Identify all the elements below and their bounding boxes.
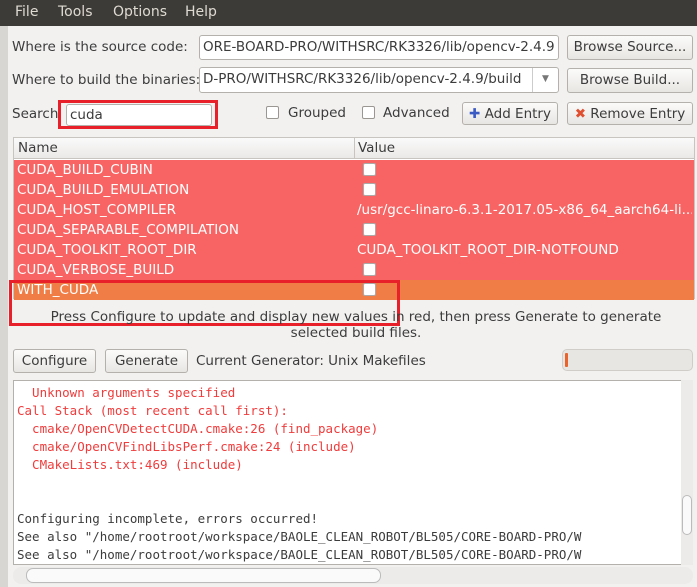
plus-icon: ✚: [469, 106, 481, 122]
add-entry-label: Add Entry: [484, 106, 551, 122]
output-log[interactable]: Unknown arguments specified Call Stack (m…: [13, 380, 683, 565]
build-path-value: D-PRO/WITHSRC/RK3326/lib/opencv-2.4.9/bu…: [203, 71, 522, 87]
background-window-edge: [0, 26, 8, 587]
table-row[interactable]: CUDA_HOST_COMPILER/usr/gcc-linaro-6.3.1-…: [14, 200, 694, 220]
table-row[interactable]: CUDA_TOOLKIT_ROOT_DIR CUDA_TOOLKIT_ROOT_D…: [14, 240, 694, 260]
row-checkbox[interactable]: [363, 163, 376, 176]
generate-button[interactable]: Generate: [105, 349, 188, 373]
row-checkbox[interactable]: [363, 223, 376, 236]
dropdown-arrow-icon[interactable]: ▼: [532, 68, 558, 92]
row-checkbox[interactable]: [363, 263, 376, 276]
advanced-checkbox[interactable]: [362, 106, 375, 119]
row-name: CUDA_TOOLKIT_ROOT_DIR: [17, 242, 197, 258]
remove-entry-button[interactable]: ✖ Remove Entry: [567, 102, 693, 125]
table-row[interactable]: CUDA_SEPARABLE_COMPILATION: [14, 220, 694, 240]
table-header: Name Value: [14, 138, 694, 159]
menu-help[interactable]: Help: [185, 4, 217, 20]
build-path-combo[interactable]: D-PRO/WITHSRC/RK3326/lib/opencv-2.4.9/bu…: [199, 67, 559, 93]
browse-source-button[interactable]: Browse Source...: [567, 35, 693, 60]
row-name: CUDA_VERBOSE_BUILD: [17, 262, 175, 278]
scroll-thumb[interactable]: [682, 495, 692, 535]
header-value[interactable]: Value: [358, 140, 395, 156]
menu-tools[interactable]: Tools: [58, 4, 93, 20]
table-row[interactable]: CUDA_VERBOSE_BUILD: [14, 260, 694, 280]
row-name: CUDA_SEPARABLE_COMPILATION: [17, 222, 239, 238]
source-path-input[interactable]: ORE-BOARD-PRO/WITHSRC/RK3326/lib/opencv-…: [199, 35, 559, 60]
highlight-box: [58, 100, 218, 129]
table-row[interactable]: CUDA_BUILD_CUBIN: [14, 160, 694, 180]
menu-file[interactable]: File: [15, 4, 38, 20]
row-value[interactable]: /usr/gcc-linaro-6.3.1-2017.05-x86_64_aar…: [357, 200, 692, 220]
header-name[interactable]: Name: [18, 140, 58, 156]
add-entry-button[interactable]: ✚ Add Entry: [462, 102, 558, 125]
configure-button[interactable]: Configure: [13, 349, 96, 373]
horizontal-scrollbar[interactable]: [13, 567, 693, 584]
browse-build-button[interactable]: Browse Build...: [567, 68, 693, 93]
grouped-label: Grouped: [288, 105, 346, 121]
log-line: Configuring incomplete, errors occurred!: [17, 511, 319, 526]
progress-fill: [565, 353, 568, 367]
log-line: cmake/OpenCVFindLibsPerf.cmake:24 (inclu…: [17, 439, 356, 454]
remove-entry-label: Remove Entry: [590, 106, 686, 122]
row-checkbox[interactable]: [363, 183, 376, 196]
row-name: CUDA_BUILD_EMULATION: [17, 182, 190, 198]
scroll-thumb[interactable]: [26, 568, 381, 583]
log-line: Unknown arguments specified: [17, 385, 236, 400]
row-value[interactable]: CUDA_TOOLKIT_ROOT_DIR-NOTFOUND: [357, 240, 692, 260]
menu-options[interactable]: Options: [113, 4, 167, 20]
build-label: Where to build the binaries:: [12, 72, 201, 88]
log-line: cmake/OpenCVDetectCUDA.cmake:26 (find_pa…: [17, 421, 379, 436]
log-line: CMakeLists.txt:469 (include): [17, 457, 243, 472]
menu-bar: File Tools Options Help: [0, 0, 697, 26]
row-name: CUDA_HOST_COMPILER: [17, 202, 177, 218]
grouped-checkbox[interactable]: [266, 106, 279, 119]
source-label: Where is the source code:: [12, 39, 188, 55]
table-row[interactable]: CUDA_BUILD_EMULATION: [14, 180, 694, 200]
log-line: Call Stack (most recent call first):: [17, 403, 288, 418]
vertical-scrollbar[interactable]: [681, 380, 693, 565]
current-generator: Current Generator: Unix Makefiles: [196, 353, 426, 369]
cache-table[interactable]: Name Value CUDA_BUILD_CUBIN CUDA_BUILD_EM…: [13, 137, 695, 300]
status-message: Press Configure to update and display ne…: [50, 309, 662, 341]
log-line: See also "/home/rootroot/workspace/BAOLE…: [17, 547, 582, 562]
search-label: Search: [12, 106, 59, 122]
row-name: CUDA_BUILD_CUBIN: [17, 162, 153, 178]
column-divider: [354, 138, 355, 159]
progress-bar: [562, 349, 693, 371]
remove-x-icon: ✖: [574, 106, 586, 122]
advanced-label: Advanced: [383, 105, 450, 121]
log-line: See also "/home/rootroot/workspace/BAOLE…: [17, 529, 582, 544]
